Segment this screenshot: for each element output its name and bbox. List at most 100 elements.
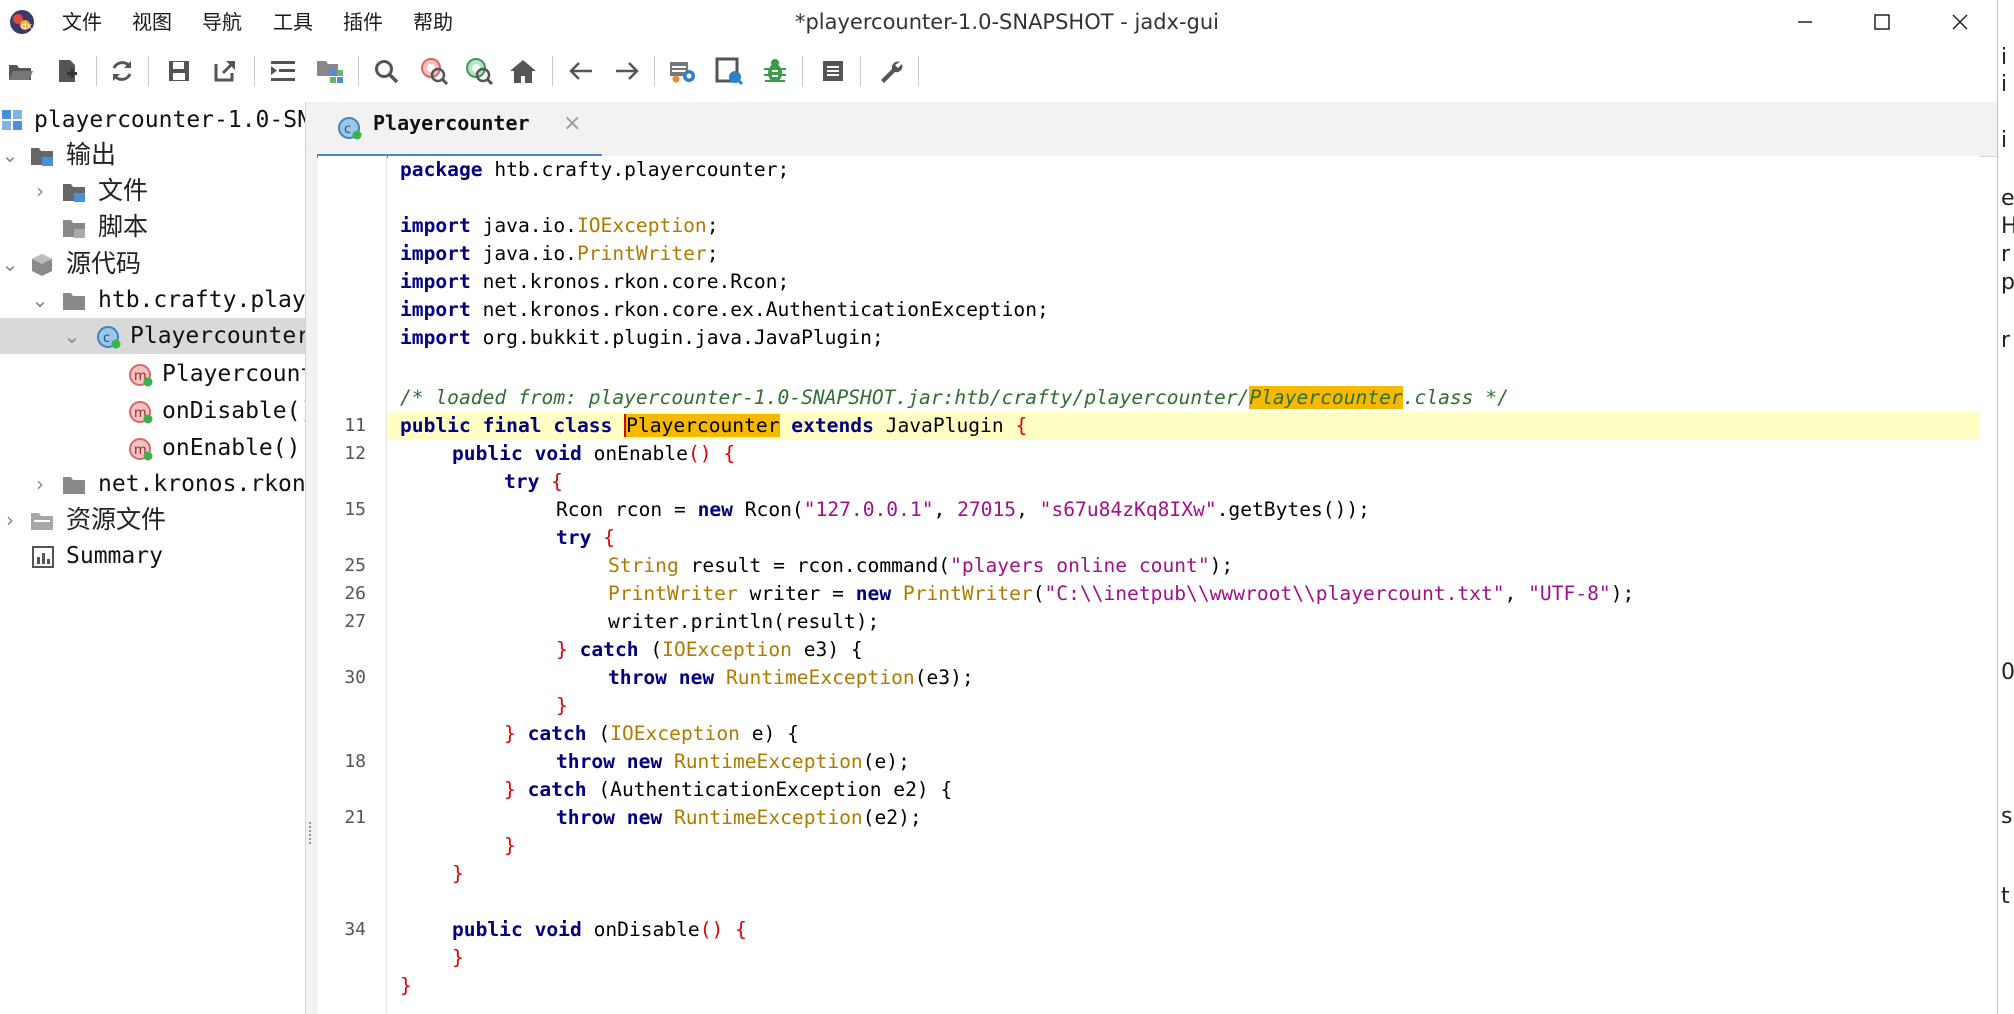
search-usage-icon[interactable] xyxy=(462,54,496,88)
tree-item-source-code[interactable]: ⌄ 源代码 xyxy=(0,246,305,282)
chevron-right-icon[interactable]: › xyxy=(30,466,50,502)
package-icon[interactable] xyxy=(313,54,347,88)
keyword: public void xyxy=(452,918,594,941)
menu-view[interactable]: 视图 xyxy=(132,8,172,36)
export-icon[interactable] xyxy=(208,54,242,88)
debug-bug-icon[interactable] xyxy=(758,54,792,88)
tree-item-files[interactable]: › 文件 xyxy=(0,173,305,209)
toolbar-separator xyxy=(358,56,359,86)
resources-folder-icon xyxy=(31,513,53,530)
chevron-down-icon[interactable]: ⌄ xyxy=(0,137,20,173)
home-icon[interactable] xyxy=(506,54,540,88)
code-text: htb.crafty.playercounter; xyxy=(482,158,790,181)
deobfuscation-icon[interactable] xyxy=(666,54,700,88)
code-text: java.io. xyxy=(470,242,577,265)
keyword: import xyxy=(400,242,471,265)
search-icon[interactable] xyxy=(369,54,403,88)
code-text: net.kronos.rkon.core.Rcon; xyxy=(470,270,790,293)
add-file-icon[interactable] xyxy=(50,54,84,88)
line-number-gutter: 11 12 15 25 26 27 30 18 21 34 xyxy=(318,156,387,1014)
brace: } xyxy=(504,722,528,745)
tab-playercounter[interactable]: c Playercounter × xyxy=(317,102,602,158)
back-arrow-icon[interactable] xyxy=(564,54,598,88)
tree-item-method-constructor[interactable]: m Playercounter() xyxy=(0,356,305,392)
string-literal: "players online count" xyxy=(950,554,1210,577)
tree-item-package[interactable]: ⌄ htb.crafty.playercounter xyxy=(0,282,305,318)
maximize-icon[interactable] xyxy=(1852,0,1912,44)
code-text: ( xyxy=(1032,582,1045,605)
code-line: throw new RuntimeException(e2); xyxy=(556,804,922,832)
chevron-down-icon[interactable]: ⌄ xyxy=(30,282,50,318)
menu-help[interactable]: 帮助 xyxy=(413,8,453,36)
string-literal: "UTF-8" xyxy=(1528,582,1611,605)
tree-item-summary[interactable]: Summary xyxy=(0,538,305,574)
close-icon[interactable] xyxy=(1930,0,1990,44)
class-name-highlight: Playercounter xyxy=(624,414,780,437)
tab-close-icon[interactable]: × xyxy=(563,111,581,136)
line-number: 12 xyxy=(344,443,366,464)
toolbar-separator xyxy=(860,56,861,86)
title-bar: dx 文件 视图 导航 工具 插件 帮助 *playercounter-1.0-… xyxy=(0,0,2014,44)
tree-item-method-onenable[interactable]: m onEnable() xyxy=(0,430,305,466)
keyword: catch xyxy=(527,778,587,801)
panel-splitter[interactable] xyxy=(305,102,319,1014)
chevron-down-icon[interactable]: ⌄ xyxy=(62,318,82,354)
chevron-down-icon[interactable]: ⌄ xyxy=(0,246,20,282)
tree-item-resources[interactable]: › 资源文件 xyxy=(0,502,305,538)
minimize-icon[interactable] xyxy=(1775,0,1835,44)
tree-item-label: Playercounter xyxy=(130,323,305,349)
project-tree: playercounter-1.0-SNAPSHOT ⌄ 输出 › 文件 脚本 … xyxy=(0,102,305,1014)
code-text: ); xyxy=(1209,554,1234,577)
code-text: ; xyxy=(706,242,719,265)
code-line: } xyxy=(400,972,412,1000)
chevron-right-icon[interactable]: › xyxy=(0,502,20,538)
menu-file[interactable]: 文件 xyxy=(62,8,102,36)
save-icon[interactable] xyxy=(162,54,196,88)
code-text: .getBytes()); xyxy=(1216,498,1370,521)
tree-root[interactable]: playercounter-1.0-SNAPSHOT xyxy=(0,102,305,138)
tree-item-package-kronos[interactable]: › net.kronos.rkon.core xyxy=(0,466,305,502)
open-folder-icon[interactable] xyxy=(4,54,38,88)
tree-item-output[interactable]: ⌄ 输出 xyxy=(0,137,305,173)
edge-text: p xyxy=(2001,270,2014,295)
keyword: new xyxy=(678,666,715,689)
settings-wrench-icon[interactable] xyxy=(874,54,908,88)
project-icon xyxy=(2,110,22,130)
keyword: new xyxy=(697,498,733,521)
tree-item-class-playercounter[interactable]: ⌄ c Playercounter xyxy=(0,318,305,354)
menu-navigation[interactable]: 导航 xyxy=(202,8,242,36)
tree-item-scripts[interactable]: 脚本 xyxy=(0,209,305,245)
keyword: catch xyxy=(527,722,587,745)
keyword: new xyxy=(626,806,663,829)
toolbar-separator xyxy=(552,56,553,86)
sync-icon[interactable] xyxy=(105,54,139,88)
code-text: e3) { xyxy=(791,638,863,661)
code-text: Rcon( xyxy=(732,498,804,521)
line-number: 18 xyxy=(344,751,366,772)
tree-root-label: playercounter-1.0-SNAPSHOT xyxy=(34,107,305,133)
type-name: IOException xyxy=(610,722,740,745)
brace: } xyxy=(452,946,464,969)
log-icon[interactable] xyxy=(816,54,850,88)
menu-plugins[interactable]: 插件 xyxy=(343,8,383,36)
code-editor[interactable]: package htb.crafty.playercounter; import… xyxy=(388,156,1980,1014)
search-class-icon[interactable] xyxy=(417,54,451,88)
edge-text: s xyxy=(2001,804,2013,829)
quark-icon[interactable] xyxy=(712,54,746,88)
method-icon: m xyxy=(129,438,153,461)
tab-label: Playercounter xyxy=(373,111,530,135)
toolbar-separator xyxy=(918,56,919,86)
code-text: , xyxy=(1016,498,1040,521)
comment-highlight: Playercounter xyxy=(1249,386,1403,409)
menu-tools[interactable]: 工具 xyxy=(273,8,313,36)
line-number: 25 xyxy=(344,555,366,576)
tree-item-method-ondisable[interactable]: m onDisable() xyxy=(0,393,305,429)
forward-arrow-icon[interactable] xyxy=(610,54,644,88)
chevron-right-icon[interactable]: › xyxy=(30,173,50,209)
type-name: RuntimeException xyxy=(673,750,863,773)
edge-text: r xyxy=(2001,242,2011,267)
flatten-icon[interactable] xyxy=(266,54,300,88)
